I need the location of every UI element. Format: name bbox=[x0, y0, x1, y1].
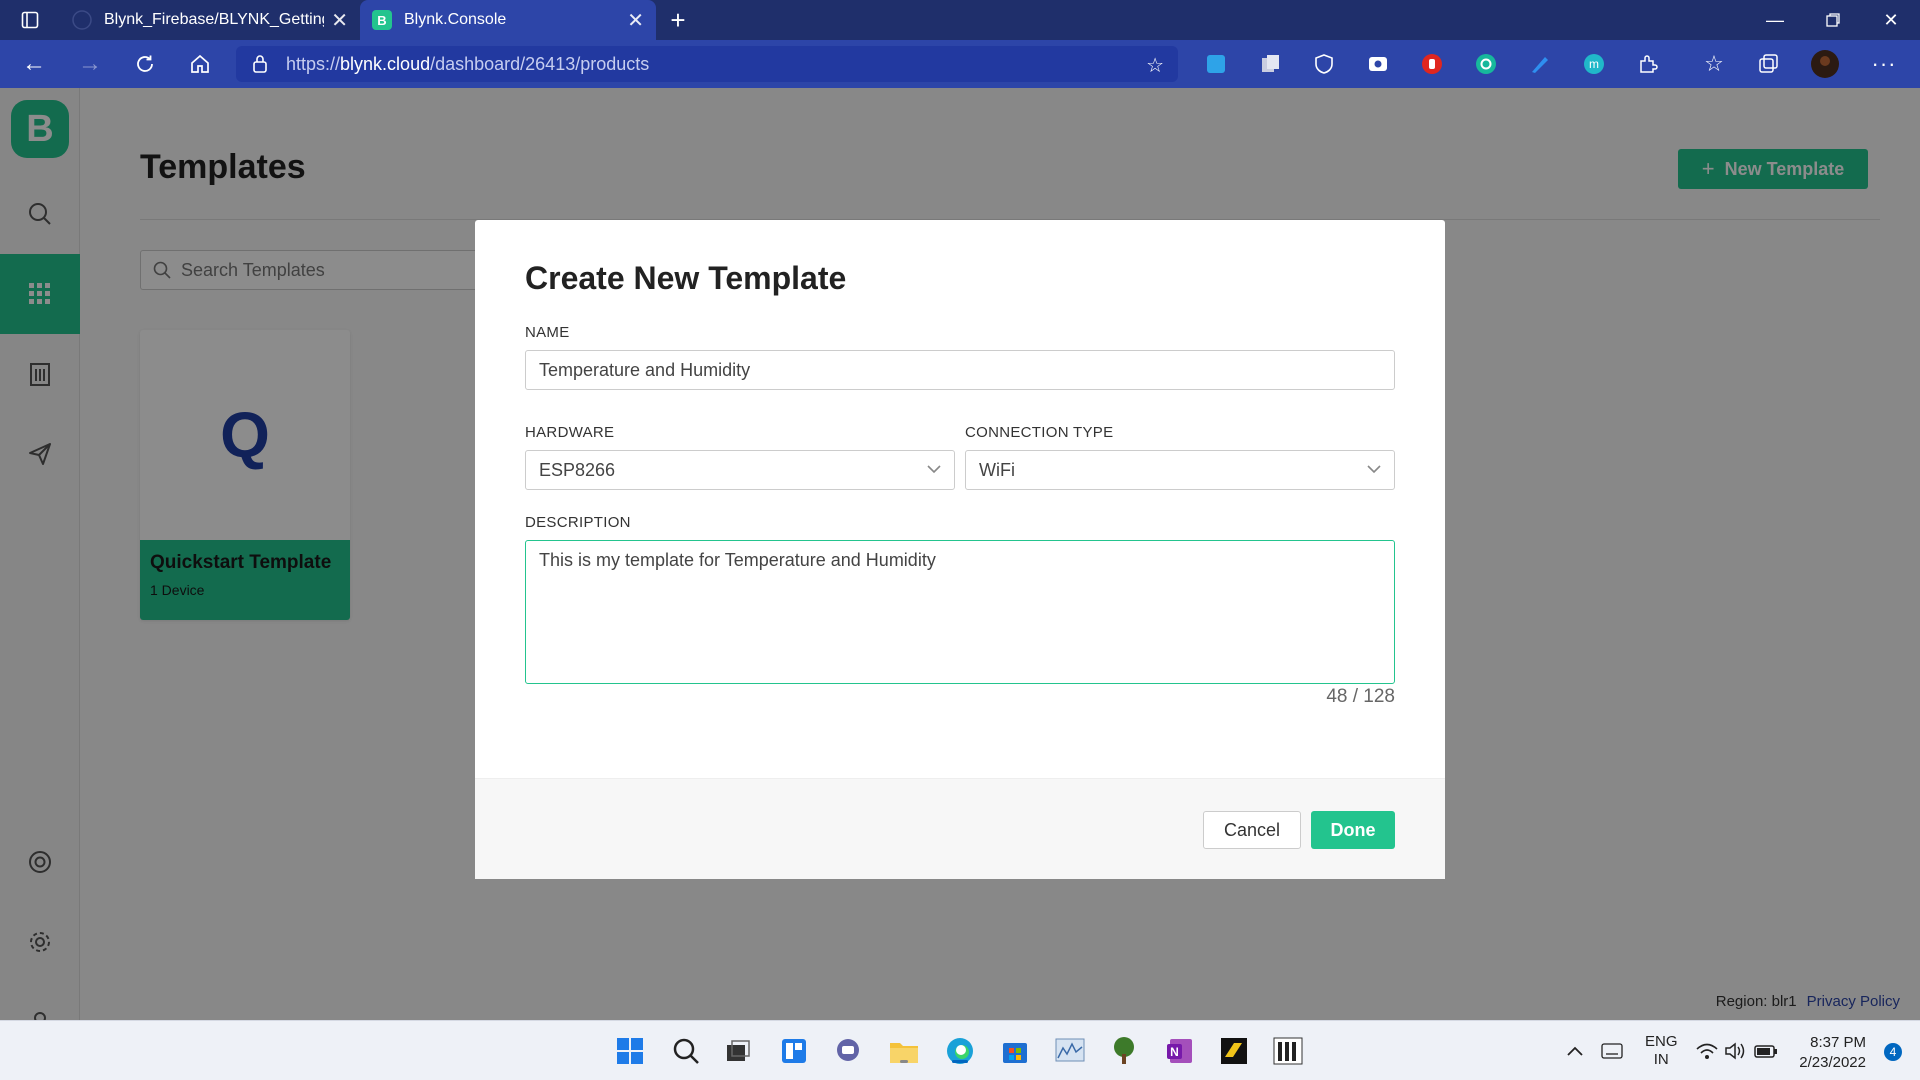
url-host: blynk.cloud bbox=[340, 53, 431, 74]
name-label: NAME bbox=[525, 324, 570, 341]
github-icon bbox=[72, 10, 92, 30]
address-toolbar: ← → https://blynk.cloud/dashboard/26413/… bbox=[0, 40, 1920, 88]
more-options-icon[interactable]: ··· bbox=[1870, 50, 1898, 78]
close-tab-icon[interactable]: ✕ bbox=[331, 8, 348, 33]
hardware-select[interactable]: ESP8266 bbox=[525, 450, 955, 490]
url-path: /dashboard/26413/products bbox=[430, 53, 650, 74]
system-clock[interactable]: 8:37 PM 2/23/2022 bbox=[1799, 1033, 1866, 1073]
create-template-dialog: Create New Template NAME Temperature and… bbox=[475, 220, 1445, 879]
wifi-icon[interactable] bbox=[1696, 1021, 1718, 1080]
name-value: Temperature and Humidity bbox=[539, 359, 751, 380]
new-tab-button[interactable]: + bbox=[656, 0, 700, 40]
minimize-icon[interactable]: — bbox=[1746, 0, 1804, 40]
connection-type-select[interactable]: WiFi bbox=[965, 450, 1395, 490]
monitor-icon[interactable] bbox=[1054, 1035, 1086, 1067]
tab-blynk-console[interactable]: B Blynk.Console ✕ bbox=[360, 0, 656, 40]
battery-icon[interactable] bbox=[1754, 1021, 1778, 1080]
name-input[interactable]: Temperature and Humidity bbox=[525, 350, 1395, 390]
cancel-button[interactable]: Cancel bbox=[1203, 811, 1301, 849]
task-view-icon[interactable] bbox=[722, 1035, 754, 1067]
start-icon[interactable] bbox=[614, 1035, 646, 1067]
address-bar[interactable]: https://blynk.cloud/dashboard/26413/prod… bbox=[236, 46, 1178, 82]
hardware-label: HARDWARE bbox=[525, 424, 615, 441]
grammar-icon[interactable] bbox=[1472, 50, 1500, 78]
show-hidden-icons[interactable] bbox=[1566, 1021, 1584, 1080]
restore-icon[interactable] bbox=[1804, 0, 1862, 40]
clock-date: 2/23/2022 bbox=[1799, 1054, 1866, 1071]
home-icon[interactable] bbox=[172, 40, 228, 88]
store-icon[interactable] bbox=[999, 1035, 1031, 1067]
keyboard-icon[interactable] bbox=[1601, 1021, 1623, 1080]
onenote-icon[interactable]: N bbox=[1164, 1035, 1196, 1067]
add-favorite-icon[interactable]: ☆ bbox=[1146, 53, 1164, 78]
tab-github[interactable]: Blynk_Firebase/BLYNK_Getting_S ✕ bbox=[60, 0, 360, 40]
adblock-icon[interactable] bbox=[1418, 50, 1446, 78]
language-region: IN bbox=[1653, 1051, 1669, 1068]
back-icon[interactable]: ← bbox=[6, 40, 62, 88]
refresh-icon[interactable] bbox=[117, 40, 173, 88]
file-explorer-icon[interactable] bbox=[888, 1035, 920, 1067]
volume-icon[interactable] bbox=[1724, 1021, 1748, 1080]
game-app-icon[interactable] bbox=[1218, 1035, 1250, 1067]
active-indicator bbox=[952, 1060, 968, 1063]
windows-taskbar: N ENG IN 8:37 PM 2/23/2022 4 bbox=[0, 1020, 1920, 1080]
chevron-down-icon bbox=[1366, 459, 1382, 484]
description-label: DESCRIPTION bbox=[525, 514, 631, 531]
dialog-title: Create New Template bbox=[525, 260, 847, 296]
running-indicator bbox=[900, 1060, 908, 1063]
pen-icon[interactable] bbox=[1526, 50, 1554, 78]
connection-type-label: CONNECTION TYPE bbox=[965, 424, 1114, 441]
character-counter: 48 / 128 bbox=[1326, 686, 1395, 707]
favorites-icon[interactable]: ☆ bbox=[1700, 50, 1728, 78]
close-window-icon[interactable]: ✕ bbox=[1862, 0, 1920, 40]
profile-avatar[interactable] bbox=[1810, 49, 1840, 79]
library-app-icon[interactable] bbox=[1272, 1035, 1304, 1067]
description-textarea[interactable]: This is my template for Temperature and … bbox=[525, 540, 1395, 684]
lock-icon[interactable] bbox=[252, 54, 268, 79]
tree-app-icon[interactable] bbox=[1108, 1035, 1140, 1067]
hardware-value: ESP8266 bbox=[539, 459, 616, 480]
extension-blue-icon[interactable] bbox=[1202, 50, 1230, 78]
dialog-footer: Cancel Done bbox=[475, 778, 1445, 879]
tab-actions-icon[interactable] bbox=[0, 0, 60, 40]
notification-badge[interactable]: 4 bbox=[1884, 1043, 1902, 1061]
extensions-puzzle-icon[interactable] bbox=[1634, 50, 1662, 78]
edge-icon[interactable] bbox=[944, 1035, 976, 1067]
svg-text:N: N bbox=[1170, 1045, 1179, 1059]
screenshot-icon[interactable] bbox=[1364, 50, 1392, 78]
tab-title: Blynk_Firebase/BLYNK_Getting_S bbox=[104, 11, 324, 28]
search-icon[interactable] bbox=[670, 1035, 702, 1067]
svg-text:m: m bbox=[1589, 57, 1599, 71]
extension-gray-icon[interactable] bbox=[1256, 50, 1284, 78]
tab-title: Blynk.Console bbox=[404, 11, 507, 28]
shield-icon[interactable] bbox=[1310, 50, 1338, 78]
widgets-icon[interactable] bbox=[778, 1035, 810, 1067]
blynk-favicon-icon: B bbox=[372, 10, 392, 30]
clock-time: 8:37 PM bbox=[1810, 1034, 1866, 1051]
teams-chat-icon[interactable] bbox=[832, 1035, 864, 1067]
m-extension-icon[interactable]: m bbox=[1580, 50, 1608, 78]
collections-icon[interactable] bbox=[1754, 50, 1782, 78]
chevron-down-icon bbox=[926, 459, 942, 484]
close-tab-icon[interactable]: ✕ bbox=[627, 8, 644, 33]
connection-type-value: WiFi bbox=[979, 459, 1015, 480]
language-code: ENG bbox=[1645, 1033, 1678, 1050]
browser-tab-bar: Blynk_Firebase/BLYNK_Getting_S ✕ B Blynk… bbox=[0, 0, 1920, 40]
language-indicator[interactable]: ENG IN bbox=[1645, 1021, 1678, 1080]
forward-icon[interactable]: → bbox=[62, 40, 118, 88]
url-prefix: https:// bbox=[286, 53, 341, 74]
done-button[interactable]: Done bbox=[1311, 811, 1395, 849]
